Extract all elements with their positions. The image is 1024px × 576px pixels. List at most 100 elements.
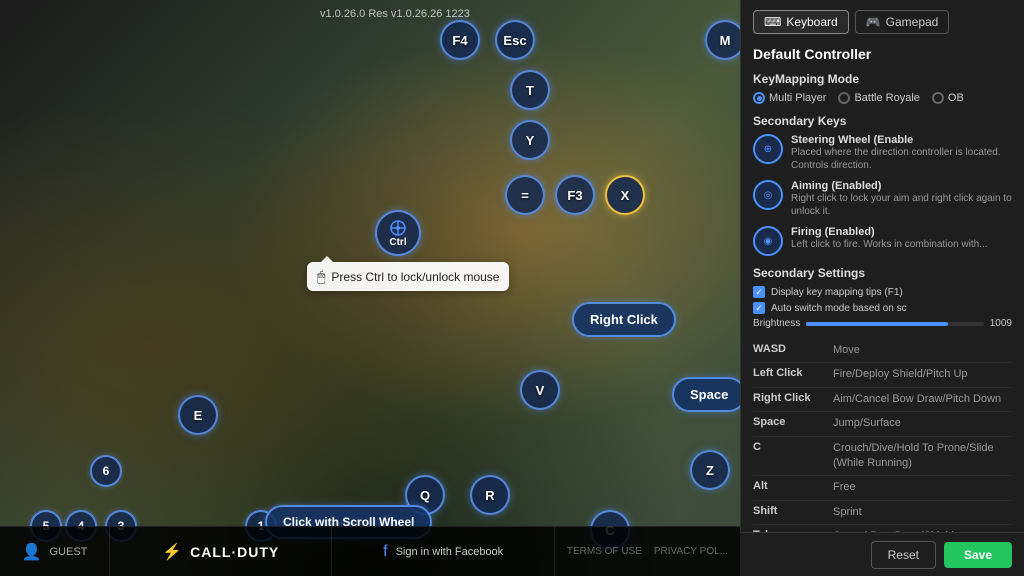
mode-multi-label: Multi Player <box>769 92 826 104</box>
key-list-action-5: Free <box>833 480 856 495</box>
secondary-key-desc-0: Steering Wheel (Enable Placed where the … <box>791 134 1012 172</box>
keyboard-icon: ⌨ <box>764 15 781 29</box>
radio-multi-player <box>753 92 765 104</box>
x-key[interactable]: X <box>605 175 645 215</box>
guest-section[interactable]: 👤 GUEST <box>0 527 110 576</box>
f3-key[interactable]: F3 <box>555 175 595 215</box>
keymapping-mode-label: KeyMapping Mode <box>753 72 1012 86</box>
key-list-item-3: Space Jump/Surface <box>753 412 1012 436</box>
panel-title: Default Controller <box>753 46 1012 62</box>
esc-key[interactable]: Esc <box>495 20 535 60</box>
brightness-label: Brightness <box>753 318 800 329</box>
fb-label: Sign in with Facebook <box>396 546 504 558</box>
brightness-row: Brightness 1009 <box>753 318 1012 329</box>
brightness-value: 1009 <box>990 318 1012 329</box>
gamepad-tab-label: Gamepad <box>886 15 939 29</box>
eq-key[interactable]: = <box>505 175 545 215</box>
tab-keyboard[interactable]: ⌨ Keyboard <box>753 10 849 34</box>
secondary-key-item-1: ◎ Aiming (Enabled) Right click to lock y… <box>753 180 1012 218</box>
secondary-key-glyph-2: ◉ <box>764 236 773 247</box>
key-list-item-6: Shift Sprint <box>753 501 1012 525</box>
gamepad-icon: 🎮 <box>866 15 881 29</box>
key-list-item-2: Right Click Aim/Cancel Bow Draw/Pitch Do… <box>753 388 1012 412</box>
checkbox-auto-switch[interactable]: Auto switch mode based on sc <box>753 302 1012 314</box>
bottom-bar: 👤 GUEST ⚡ CALL·DUTY f Sign in with Faceb… <box>0 526 740 576</box>
right-click-button[interactable]: Right Click <box>572 302 676 337</box>
cod-section[interactable]: ⚡ CALL·DUTY <box>110 527 332 576</box>
fb-section[interactable]: f Sign in with Facebook <box>332 527 554 576</box>
mode-battle-royale[interactable]: Battle Royale <box>838 92 919 104</box>
mode-ob[interactable]: OB <box>932 92 964 104</box>
key-list-item-5: Alt Free <box>753 476 1012 500</box>
e-key[interactable]: E <box>178 395 218 435</box>
tab-gamepad[interactable]: 🎮 Gamepad <box>855 10 950 34</box>
version-text: v1.0.26.0 Res v1.0.26.26 1223 <box>320 8 470 20</box>
guest-label: GUEST <box>50 546 88 558</box>
mouse-icon: 🖱 <box>317 268 325 285</box>
checkbox-display-tips-box <box>753 286 765 298</box>
mode-battle-label: Battle Royale <box>854 92 919 104</box>
z-key[interactable]: Z <box>690 450 730 490</box>
key-list-key-4: C <box>753 441 833 453</box>
checkbox-display-tips[interactable]: Display key mapping tips (F1) <box>753 286 1012 298</box>
game-area: v1.0.26.0 Res v1.0.26.26 1223 F4 Esc M TY =F… <box>0 0 740 576</box>
panel-tabs: ⌨ Keyboard 🎮 Gamepad <box>753 10 1012 34</box>
reset-button[interactable]: Reset <box>871 541 936 569</box>
space-button[interactable]: Space <box>672 377 740 412</box>
t-key[interactable]: T <box>510 70 550 110</box>
crosshair-icon <box>389 219 407 237</box>
radio-ob <box>932 92 944 104</box>
cod-label: CALL·DUTY <box>190 544 279 560</box>
privacy-label[interactable]: PRIVACY POL... <box>654 546 728 557</box>
secondary-keys-section: ⊕ Steering Wheel (Enable Placed where th… <box>753 134 1012 256</box>
r-key[interactable]: R <box>470 475 510 515</box>
mode-ob-label: OB <box>948 92 964 104</box>
brightness-fill <box>806 322 948 326</box>
panel-bottom: Reset Save <box>740 532 1024 576</box>
secondary-key-glyph-1: ◎ <box>764 190 773 201</box>
secondary-key-body-0: Placed where the direction controller is… <box>791 146 1012 172</box>
key-list-key-0: WASD <box>753 343 833 355</box>
key-list-action-6: Sprint <box>833 505 862 520</box>
checkbox-auto-switch-box <box>753 302 765 314</box>
right-panel: ⌨ Keyboard 🎮 Gamepad Default Controller … <box>740 0 1024 576</box>
checkbox-auto-switch-label: Auto switch mode based on sc <box>771 303 907 314</box>
m-key[interactable]: M <box>705 20 740 60</box>
secondary-key-body-1: Right click to lock your aim and right c… <box>791 192 1012 218</box>
ctrl-key[interactable]: Ctrl <box>375 210 421 256</box>
ctrl-tooltip: 🖱 Press Ctrl to lock/unlock mouse <box>307 262 509 291</box>
secondary-key-title-0: Steering Wheel (Enable <box>791 134 1012 146</box>
secondary-key-item-2: ◉ Firing (Enabled) Left click to fire. W… <box>753 226 1012 256</box>
terms-label[interactable]: TERMS OF USE <box>567 546 642 557</box>
key-list-key-6: Shift <box>753 505 833 517</box>
key-list-key-5: Alt <box>753 480 833 492</box>
f4-key[interactable]: F4 <box>440 20 480 60</box>
brightness-bar[interactable] <box>806 322 984 326</box>
key-list-item-0: WASD Move <box>753 339 1012 363</box>
ctrl-label: Ctrl <box>389 237 406 248</box>
v-key[interactable]: V <box>520 370 560 410</box>
secondary-key-icon-1: ◎ <box>753 180 783 210</box>
n6-key[interactable]: 6 <box>90 455 122 487</box>
secondary-key-icon-2: ◉ <box>753 226 783 256</box>
key-list-action-3: Jump/Surface <box>833 416 901 431</box>
secondary-key-title-2: Firing (Enabled) <box>791 226 1012 238</box>
keymapping-mode-group: Multi Player Battle Royale OB <box>753 92 1012 104</box>
key-list-item-4: C Crouch/Dive/Hold To Prone/Slide (While… <box>753 437 1012 477</box>
key-list-item-1: Left Click Fire/Deploy Shield/Pitch Up <box>753 363 1012 387</box>
tooltip-text: Press Ctrl to lock/unlock mouse <box>331 270 499 284</box>
mode-multi-player[interactable]: Multi Player <box>753 92 826 104</box>
key-list-key-1: Left Click <box>753 367 833 379</box>
secondary-key-desc-1: Aiming (Enabled) Right click to lock you… <box>791 180 1012 218</box>
secondary-keys-label: Secondary Keys <box>753 114 1012 128</box>
key-list-action-0: Move <box>833 343 860 358</box>
radio-battle-royale <box>838 92 850 104</box>
y-key[interactable]: Y <box>510 120 550 160</box>
key-list-key-2: Right Click <box>753 392 833 404</box>
cod-icon: ⚡ <box>162 542 182 562</box>
key-list-action-1: Fire/Deploy Shield/Pitch Up <box>833 367 968 382</box>
secondary-key-title-1: Aiming (Enabled) <box>791 180 1012 192</box>
secondary-key-desc-2: Firing (Enabled) Left click to fire. Wor… <box>791 226 1012 251</box>
checkbox-display-tips-label: Display key mapping tips (F1) <box>771 287 903 298</box>
save-button[interactable]: Save <box>944 542 1012 568</box>
